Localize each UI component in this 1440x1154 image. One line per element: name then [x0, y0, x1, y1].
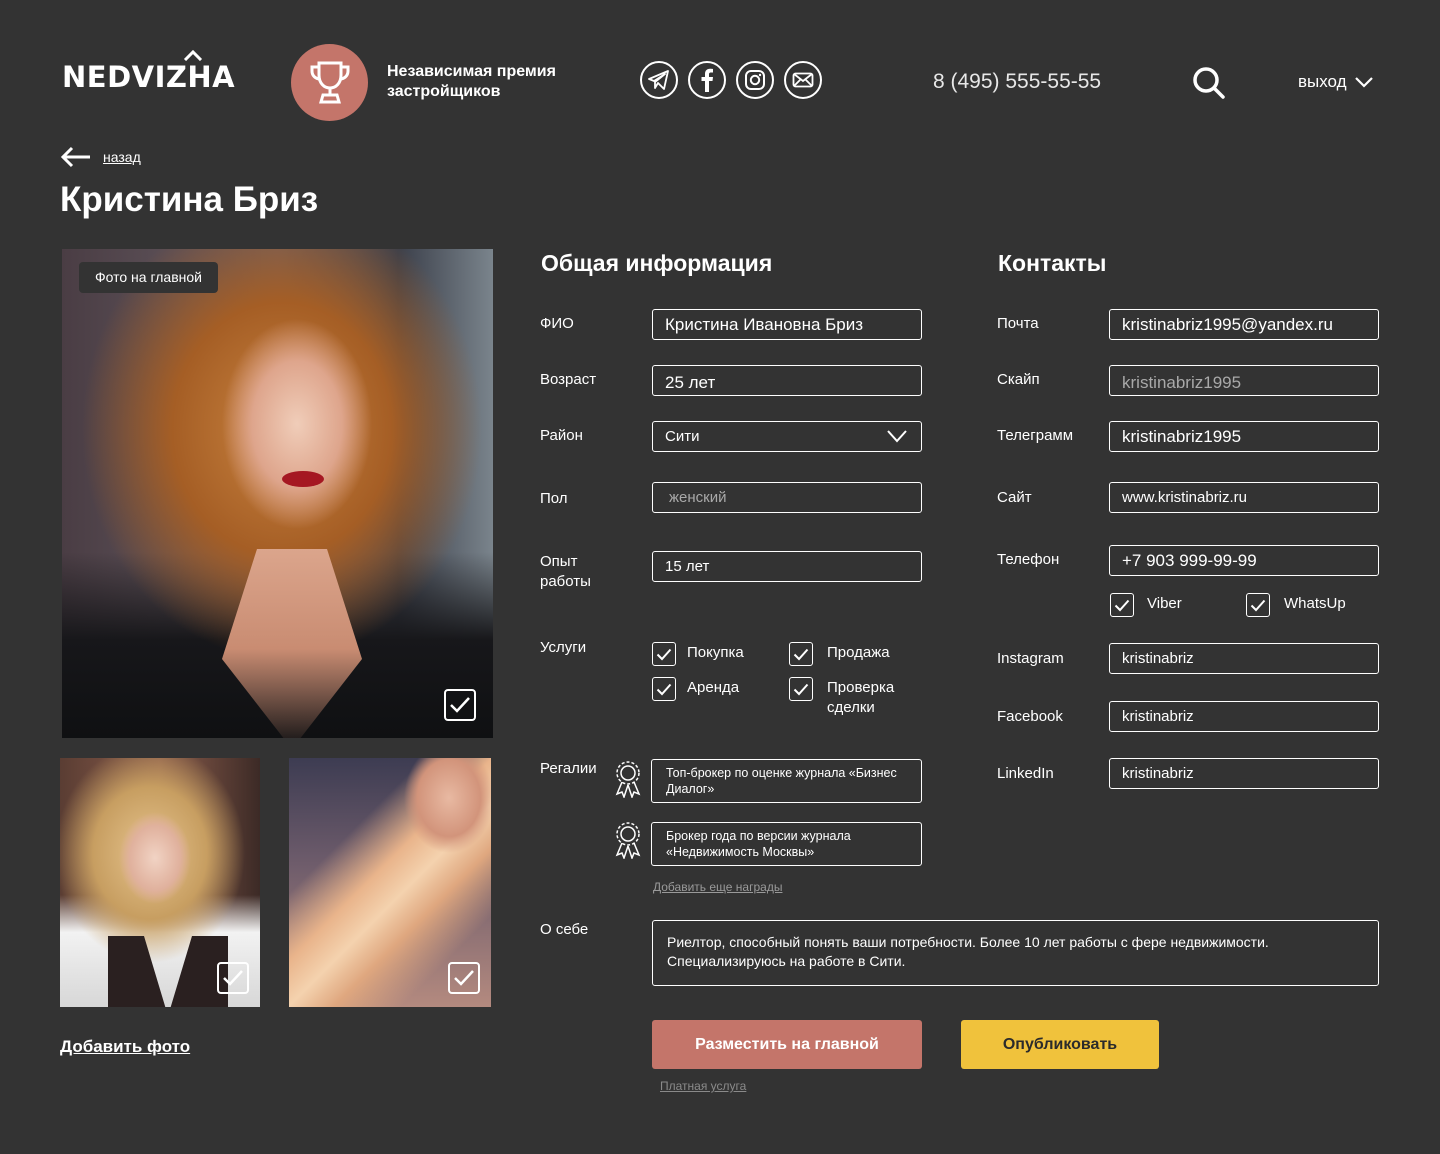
services-label: Услуги	[540, 639, 587, 656]
instagram-icon	[745, 70, 765, 90]
email-input[interactable]: kristinabriz1995@yandex.ru	[1109, 309, 1379, 340]
logo[interactable]: NEDVIZHA	[62, 49, 236, 94]
check-icon	[1250, 599, 1266, 611]
experience-label: Опыт работы	[540, 552, 591, 592]
contacts-title: Контакты	[998, 250, 1107, 276]
header-phone[interactable]: 8 (495) 555-55-55	[933, 70, 1101, 94]
gender-input[interactable]: женский	[652, 482, 922, 513]
district-label: Район	[540, 427, 583, 444]
logo-text: NEDVIZHA	[62, 60, 236, 94]
regalia-item[interactable]: Брокер года по версии журнала «Недвижимо…	[651, 822, 922, 866]
check-icon	[450, 697, 470, 713]
facebook-icon	[701, 68, 713, 92]
service-label-sell: Продажа	[827, 644, 890, 661]
skype-label: Скайп	[997, 371, 1040, 388]
viber-label: Viber	[1147, 595, 1182, 612]
service-checkbox-buy[interactable]	[652, 642, 676, 666]
promote-button[interactable]: Разместить на главной	[652, 1020, 922, 1069]
service-checkbox-rent[interactable]	[652, 677, 676, 701]
paid-service-link[interactable]: Платная услуга	[660, 1079, 746, 1093]
award-ribbon-icon	[615, 822, 641, 859]
age-input[interactable]: 25 лет	[652, 365, 922, 396]
skype-input[interactable]: kristinabriz1995	[1109, 365, 1379, 396]
photo-thumbnail[interactable]	[289, 758, 491, 1007]
phone-input[interactable]: +7 903 999-99-99	[1109, 545, 1379, 576]
award-title: Независимая премия застройщиков	[387, 63, 556, 100]
instagram-label: Instagram	[997, 650, 1064, 667]
photo-checkbox[interactable]	[217, 962, 249, 994]
age-label: Возраст	[540, 371, 597, 388]
check-icon	[793, 683, 809, 695]
add-photo-link[interactable]: Добавить фото	[60, 1037, 190, 1057]
about-textarea[interactable]: Риелтор, способный понять ваши потребнос…	[652, 920, 1379, 986]
award-badge[interactable]	[291, 44, 368, 121]
photo-checkbox[interactable]	[448, 962, 480, 994]
publish-button[interactable]: Опубликовать	[961, 1020, 1159, 1069]
check-icon	[656, 648, 672, 660]
arrow-left-icon	[60, 146, 90, 168]
photo-lips-shape	[282, 471, 324, 487]
service-label-rent: Аренда	[687, 679, 740, 696]
phone-label: Телефон	[997, 551, 1060, 568]
facebook-input[interactable]: kristinabriz	[1109, 701, 1379, 732]
check-icon	[223, 970, 243, 986]
regalia-item[interactable]: Топ-брокер по оценке журнала «Бизнес Диа…	[651, 759, 922, 803]
linkedin-input[interactable]: kristinabriz	[1109, 758, 1379, 789]
trophy-icon	[310, 61, 349, 103]
telegram-button[interactable]	[640, 61, 678, 99]
page-title: Кристина Бриз	[60, 180, 319, 219]
check-icon	[656, 683, 672, 695]
email-button[interactable]	[784, 61, 822, 99]
instagram-button[interactable]	[736, 61, 774, 99]
experience-label-line: работы	[540, 573, 591, 590]
telegram-input[interactable]: kristinabriz1995	[1109, 421, 1379, 452]
main-photo-badge: Фото на главной	[79, 262, 218, 293]
check-icon	[1114, 599, 1130, 611]
back-link[interactable]: назад	[60, 146, 141, 168]
main-photo-checkbox[interactable]	[444, 689, 476, 721]
experience-input[interactable]: 15 лет	[652, 551, 922, 582]
check-icon	[454, 970, 474, 986]
logo-roof-icon	[183, 49, 203, 61]
back-label: назад	[103, 149, 141, 165]
gender-label: Пол	[540, 490, 568, 507]
facebook-label: Facebook	[997, 708, 1063, 725]
main-photo[interactable]	[62, 249, 493, 738]
district-select[interactable]: Сити	[652, 421, 922, 452]
photo-neck-shape	[222, 549, 362, 738]
photo-vest-shape	[108, 936, 228, 1007]
fio-input[interactable]: Кристина Ивановна Бриз	[652, 309, 922, 340]
whatsapp-checkbox[interactable]	[1246, 593, 1270, 617]
regalia-label: Регалии	[540, 760, 597, 777]
chevron-down-icon	[1354, 76, 1373, 88]
service-label-buy: Покупка	[687, 644, 744, 661]
instagram-input[interactable]: kristinabriz	[1109, 643, 1379, 674]
search-icon[interactable]	[1192, 66, 1226, 100]
viber-checkbox[interactable]	[1110, 593, 1134, 617]
award-ribbon-icon	[615, 761, 641, 798]
service-checkbox-deal-check[interactable]	[789, 677, 813, 701]
fio-label: ФИО	[540, 315, 574, 332]
general-info-title: Общая информация	[541, 250, 773, 276]
check-icon	[793, 648, 809, 660]
linkedin-label: LinkedIn	[997, 765, 1054, 782]
site-label: Сайт	[997, 489, 1032, 506]
photo-thumbnail[interactable]	[60, 758, 260, 1007]
chevron-down-icon	[887, 430, 907, 443]
logout-label: выход	[1298, 72, 1347, 91]
facebook-button[interactable]	[688, 61, 726, 99]
whatsapp-label: WhatsUp	[1284, 595, 1346, 612]
service-label-deal-check: Проверка сделки	[827, 679, 895, 716]
telegram-label: Телеграмм	[997, 427, 1074, 444]
site-input[interactable]: www.kristinabriz.ru	[1109, 482, 1379, 513]
district-value: Сити	[665, 428, 700, 445]
email-label: Почта	[997, 315, 1039, 332]
telegram-icon	[648, 70, 669, 90]
envelope-icon	[792, 72, 814, 88]
experience-label-line: Опыт	[540, 553, 578, 570]
logout-menu[interactable]: выход	[1298, 72, 1373, 92]
service-checkbox-sell[interactable]	[789, 642, 813, 666]
add-award-link[interactable]: Добавить еще награды	[653, 880, 782, 894]
about-label: О себе	[540, 921, 589, 938]
